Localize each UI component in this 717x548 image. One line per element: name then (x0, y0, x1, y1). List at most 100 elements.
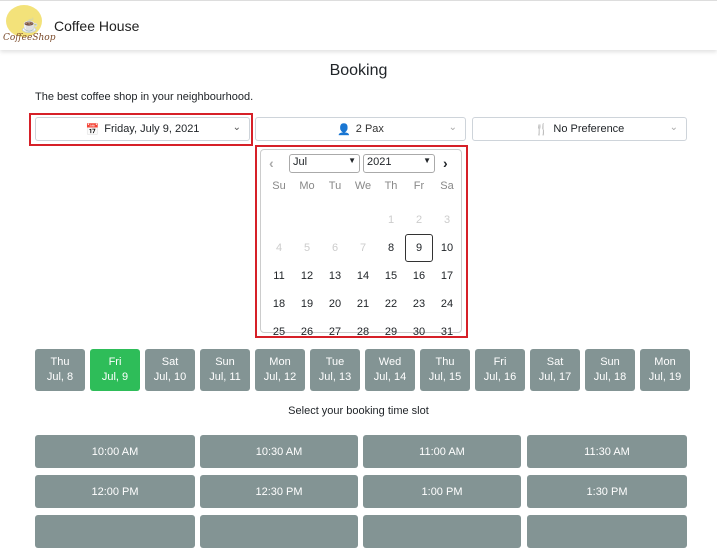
calendar-day[interactable]: 14 (349, 262, 377, 290)
day-date: Jul, 12 (263, 371, 297, 383)
day-button[interactable]: Sat Jul, 17 (530, 349, 580, 391)
time-slot-button[interactable]: 12:00 PM (35, 475, 195, 508)
calendar-day[interactable]: 13 (321, 262, 349, 290)
time-slot-button[interactable]: 10:00 AM (35, 435, 195, 468)
day-date: Jul, 13 (318, 371, 352, 383)
date-dropdown[interactable]: 📅 Friday, July 9, 2021 ⌄ (35, 117, 250, 141)
calendar-grid: Su Mo Tu We Th Fr Sa 1 2 3 4 5 6 7 8 9 10 11 12 13 14 15 16 17 1… (265, 178, 461, 346)
year-select[interactable]: 2021 ▼ (363, 154, 435, 173)
day-button[interactable]: Sun Jul, 11 (200, 349, 250, 391)
calendar-day[interactable]: 22 (377, 290, 405, 318)
day-button[interactable]: Sun Jul, 18 (585, 349, 635, 391)
calendar-day[interactable]: 24 (433, 290, 461, 318)
calendar-day[interactable]: 29 (377, 318, 405, 346)
calendar-day: 6 (331, 242, 339, 254)
pax-dropdown[interactable]: 👤 2 Pax ⌄ (255, 117, 466, 141)
calendar-day[interactable]: 12 (293, 262, 321, 290)
day-date: Jul, 11 (209, 371, 241, 383)
calendar-day[interactable]: 31 (433, 318, 461, 346)
calendar-day: 1 (387, 214, 395, 226)
day-button[interactable]: Mon Jul, 19 (640, 349, 690, 391)
person-icon: 👤 (337, 123, 351, 136)
calendar-day[interactable]: 25 (265, 318, 293, 346)
prev-month-icon[interactable]: ‹ (269, 155, 274, 171)
day-of-week: Sun (600, 356, 620, 368)
datepicker-popup: ‹ Jul ▼ 2021 ▼ › Su Mo Tu We Th Fr Sa 1 2 3 4 5 6 7 8 9 10… (260, 149, 462, 338)
day-of-week: Fri (493, 356, 507, 368)
day-button[interactable]: Wed Jul, 14 (365, 349, 415, 391)
calendar-day (265, 206, 293, 234)
day-of-week: Tue (325, 356, 345, 368)
coffee-cup-icon: ☕ (21, 17, 39, 33)
day-of-week: Sat (546, 356, 564, 368)
day-date: Jul, 8 (46, 371, 74, 383)
chevron-down-icon: ⌄ (669, 122, 678, 133)
chevron-down-icon: ⌄ (232, 122, 241, 133)
month-select[interactable]: Jul ▼ (289, 154, 360, 173)
time-slot-button[interactable]: 12:30 PM (200, 475, 358, 508)
logo-text: CoffeeShop (3, 33, 56, 43)
calendar-day[interactable]: 28 (349, 318, 377, 346)
time-slot-button[interactable] (35, 515, 195, 548)
calendar-day[interactable]: 16 (405, 262, 433, 290)
time-slot-button[interactable]: 11:00 AM (363, 435, 521, 468)
calendar-day[interactable]: 30 (405, 318, 433, 346)
utensils-icon: 🍴 (534, 123, 549, 136)
calendar-day[interactable]: 11 (265, 262, 293, 290)
calendar-day[interactable]: 10 (433, 234, 461, 262)
calendar-day[interactable]: 27 (321, 318, 349, 346)
calendar-day[interactable]: 19 (293, 290, 321, 318)
calendar-day[interactable]: 9 (405, 234, 433, 262)
pax-value: 2 Pax (355, 123, 384, 135)
time-slot-button[interactable] (363, 515, 521, 548)
day-of-week: Mon (269, 356, 291, 368)
day-of-week: Fri (108, 356, 122, 368)
weekday-label: We (354, 180, 372, 192)
calendar-day[interactable]: 20 (321, 290, 349, 318)
day-of-week: Mon (654, 356, 676, 368)
calendar-day[interactable]: 23 (405, 290, 433, 318)
page-title: Booking (329, 62, 388, 79)
day-date: Jul, 16 (483, 371, 517, 383)
day-date: Jul, 9 (101, 371, 129, 383)
calendar-day[interactable]: 8 (377, 234, 405, 262)
time-slot-button[interactable]: 11:30 AM (527, 435, 687, 468)
time-slot-button[interactable] (527, 515, 687, 548)
preference-value: No Preference (553, 123, 625, 135)
time-slot-button[interactable] (200, 515, 358, 548)
time-slot-button[interactable]: 10:30 AM (200, 435, 358, 468)
calendar-day: 7 (359, 242, 367, 254)
day-date: Jul, 10 (153, 371, 187, 383)
calendar-day[interactable]: 18 (265, 290, 293, 318)
calendar-day: 5 (303, 242, 311, 254)
weekday-label: Fr (413, 180, 425, 192)
day-date: Jul, 17 (538, 371, 572, 383)
calendar-day: 4 (275, 242, 283, 254)
calendar-day[interactable]: 26 (293, 318, 321, 346)
day-button[interactable]: Thu Jul, 8 (35, 349, 85, 391)
calendar-day[interactable]: 17 (433, 262, 461, 290)
calendar-icon: 📅 (85, 123, 100, 136)
day-button[interactable]: Mon Jul, 12 (255, 349, 305, 391)
calendar-day[interactable]: 15 (377, 262, 405, 290)
day-button[interactable]: Fri Jul, 16 (475, 349, 525, 391)
day-button[interactable]: Tue Jul, 13 (310, 349, 360, 391)
page-subtitle: The best coffee shop in your neighbourho… (35, 91, 254, 103)
day-date: Jul, 14 (373, 371, 407, 383)
time-slot-hint: Select your booking time slot (288, 405, 429, 417)
calendar-day (349, 206, 377, 234)
day-button[interactable]: Sat Jul, 10 (145, 349, 195, 391)
time-slot-button[interactable]: 1:00 PM (363, 475, 521, 508)
day-of-week: Sun (215, 356, 235, 368)
day-button[interactable]: Fri Jul, 9 (90, 349, 140, 391)
time-slot-button[interactable]: 1:30 PM (527, 475, 687, 508)
weekday-label: Tu (328, 180, 342, 192)
day-date: Jul, 15 (428, 371, 462, 383)
day-of-week: Sat (161, 356, 179, 368)
calendar-day[interactable]: 21 (349, 290, 377, 318)
preference-dropdown[interactable]: 🍴 No Preference ⌄ (472, 117, 687, 141)
next-month-icon[interactable]: › (443, 155, 448, 171)
day-of-week: Thu (435, 356, 455, 368)
calendar-day: 3 (443, 214, 451, 226)
day-button[interactable]: Thu Jul, 15 (420, 349, 470, 391)
